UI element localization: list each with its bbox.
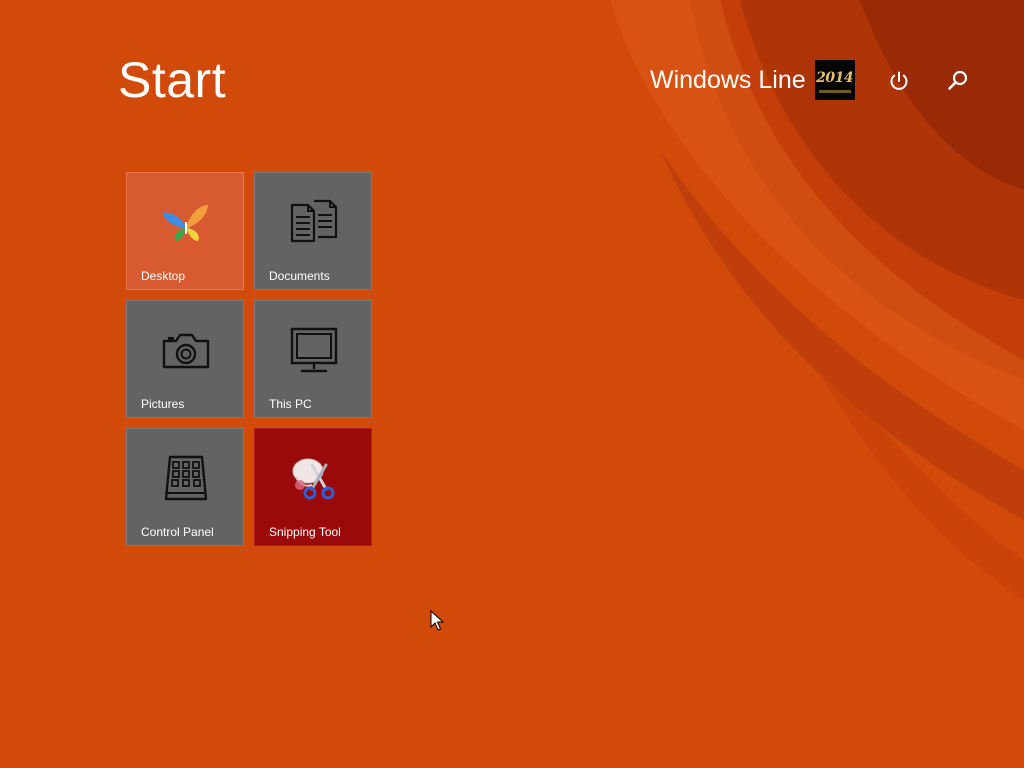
power-icon [890, 71, 908, 90]
butterfly-icon [162, 205, 208, 241]
search-icon [948, 70, 968, 90]
user-account[interactable]: Windows Line 2014 [650, 60, 855, 100]
monitor-icon [290, 327, 338, 373]
user-name[interactable]: Windows Line [650, 60, 806, 100]
tile-pictures[interactable]: Pictures [126, 300, 244, 418]
tile-label: Control Panel [141, 525, 214, 539]
mouse-cursor [430, 610, 444, 631]
camera-icon [162, 333, 210, 369]
tile-desktop[interactable]: Desktop [126, 172, 244, 290]
tile-snipping-tool[interactable]: Snipping Tool [254, 428, 372, 546]
control-panel-icon [164, 455, 208, 501]
tile-label: Pictures [141, 397, 185, 411]
search-button[interactable] [943, 66, 973, 96]
tile-label: Desktop [141, 269, 186, 283]
documents-icon [290, 199, 338, 243]
avatar-text: 2014 [816, 70, 854, 86]
tile-this-pc[interactable]: This PC [254, 300, 372, 418]
tile-label: Documents [269, 269, 330, 283]
tile-documents[interactable]: Documents [254, 172, 372, 290]
start-title: Start [118, 52, 227, 108]
user-avatar[interactable]: 2014 [814, 60, 855, 100]
scissors-icon [292, 458, 335, 500]
tile-label: This PC [269, 397, 312, 411]
tile-control-panel[interactable]: Control Panel [126, 428, 244, 546]
power-button[interactable] [884, 66, 914, 96]
tile-label: Snipping Tool [269, 525, 341, 539]
